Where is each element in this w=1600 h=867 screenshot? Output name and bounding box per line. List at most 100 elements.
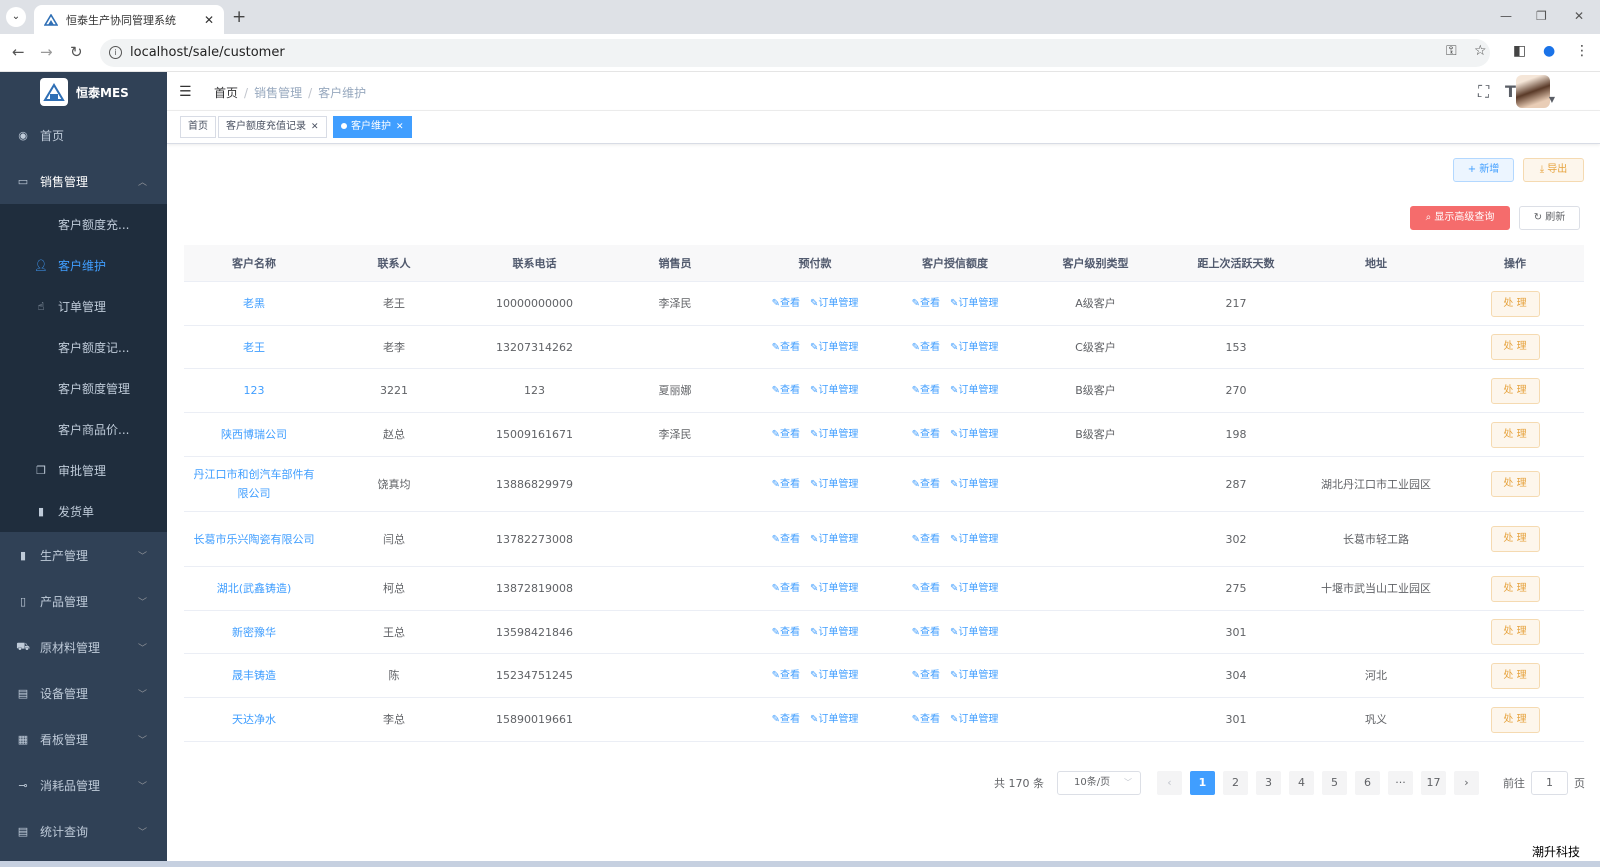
prepayment-order-link[interactable]: ✎订单管理 — [810, 425, 858, 444]
new-tab-button[interactable]: + — [232, 7, 246, 27]
handle-button[interactable]: 处 理 — [1490, 706, 1540, 733]
sidebar-item-consumables[interactable]: ⊸ 消耗品管理 ﹀ — [0, 762, 167, 808]
sidebar-item-product-price[interactable]: 客户商品价... — [0, 409, 167, 450]
sidebar-item-quota-records[interactable]: 客户额度记... — [0, 327, 167, 368]
minimize-icon[interactable]: — — [1500, 9, 1512, 23]
view-prepayment-link[interactable]: ✎查看 — [772, 666, 800, 685]
view-credit-link[interactable]: ✎查看 — [912, 425, 940, 444]
view-credit-link[interactable]: ✎查看 — [912, 710, 940, 729]
view-prepayment-link[interactable]: ✎查看 — [772, 294, 800, 313]
credit-order-link[interactable]: ✎订单管理 — [950, 666, 998, 685]
view-credit-link[interactable]: ✎查看 — [912, 666, 940, 685]
fullscreen-icon[interactable]: ⛶ — [1478, 82, 1489, 102]
more-pages-button[interactable]: ··· — [1388, 771, 1413, 795]
customer-name-link[interactable]: 新密豫华 — [232, 623, 276, 642]
back-icon[interactable]: ← — [12, 43, 25, 61]
url-field[interactable]: i localhost/sale/customer — [100, 39, 1490, 67]
close-window-icon[interactable]: ✕ — [1574, 9, 1584, 23]
page-size-select[interactable]: 10条/页 ﹀ — [1057, 771, 1141, 795]
credit-order-link[interactable]: ✎订单管理 — [950, 338, 998, 357]
view-credit-link[interactable]: ✎查看 — [912, 475, 940, 494]
credit-order-link[interactable]: ✎订单管理 — [950, 475, 998, 494]
sidebar-item-statistics[interactable]: ▤ 统计查询 ﹀ — [0, 808, 167, 854]
prepayment-order-link[interactable]: ✎订单管理 — [810, 710, 858, 729]
sidebar-item-board[interactable]: ▦ 看板管理 ﹀ — [0, 716, 167, 762]
credit-order-link[interactable]: ✎订单管理 — [950, 623, 998, 642]
sidebar-item-home[interactable]: ◉ 首页 — [0, 112, 167, 158]
handle-button[interactable]: 处 理 — [1490, 421, 1540, 448]
credit-order-link[interactable]: ✎订单管理 — [950, 294, 998, 313]
advanced-search-button[interactable]: ⌕ 显示高级查询 — [1410, 206, 1510, 230]
view-credit-link[interactable]: ✎查看 — [912, 338, 940, 357]
page-button[interactable]: 17 — [1421, 771, 1446, 795]
credit-order-link[interactable]: ✎订单管理 — [950, 710, 998, 729]
font-size-icon[interactable]: T — [1505, 82, 1516, 101]
forward-icon[interactable]: → — [40, 43, 53, 61]
customer-name-link[interactable]: 湖北(武鑫铸造) — [217, 579, 292, 598]
sidebar-item-material[interactable]: ⛟ 原材料管理 ﹀ — [0, 624, 167, 670]
customer-name-link[interactable]: 123 — [244, 381, 265, 400]
hamburger-icon[interactable]: ☰ — [179, 84, 192, 100]
prepayment-order-link[interactable]: ✎订单管理 — [810, 338, 858, 357]
sidebar-item-approval[interactable]: ❐ 审批管理 — [0, 450, 167, 491]
close-icon[interactable]: ✕ — [396, 122, 404, 132]
page-button[interactable]: 3 — [1256, 771, 1281, 795]
close-icon[interactable]: ✕ — [311, 122, 319, 132]
breadcrumb-home[interactable]: 首页 — [214, 86, 238, 100]
password-key-icon[interactable]: ⚿ — [1446, 43, 1457, 59]
customer-name-link[interactable]: 老王 — [243, 338, 265, 357]
tab-search-button[interactable]: ⌄ — [6, 7, 26, 27]
handle-button[interactable]: 处 理 — [1490, 290, 1540, 317]
tag-quota-recharge[interactable]: 客户额度充值记录 ✕ — [218, 116, 327, 138]
credit-order-link[interactable]: ✎订单管理 — [950, 425, 998, 444]
customer-name-link[interactable]: 陕西博瑞公司 — [221, 425, 287, 444]
view-prepayment-link[interactable]: ✎查看 — [772, 338, 800, 357]
sidebar-item-product[interactable]: ▯ 产品管理 ﹀ — [0, 578, 167, 624]
side-panel-icon[interactable]: ◧ — [1513, 43, 1526, 59]
sidebar-item-sales[interactable]: ▭ 销售管理 ︿ — [0, 158, 167, 204]
sidebar-item-equipment[interactable]: ▤ 设备管理 ﹀ — [0, 670, 167, 716]
page-button[interactable]: 2 — [1223, 771, 1248, 795]
page-button[interactable]: 4 — [1289, 771, 1314, 795]
prepayment-order-link[interactable]: ✎订单管理 — [810, 381, 858, 400]
prepayment-order-link[interactable]: ✎订单管理 — [810, 294, 858, 313]
bookmark-star-icon[interactable]: ☆ — [1474, 43, 1487, 59]
sidebar-item-quota-recharge[interactable]: 客户额度充... — [0, 204, 167, 245]
customer-name-link[interactable]: 长葛市乐兴陶瓷有限公司 — [194, 530, 315, 549]
export-button[interactable]: ⤓ 导出 — [1523, 158, 1584, 182]
site-info-icon[interactable]: i — [109, 46, 122, 59]
handle-button[interactable]: 处 理 — [1490, 662, 1540, 689]
sidebar-item-quota-management[interactable]: 客户额度管理 — [0, 368, 167, 409]
view-prepayment-link[interactable]: ✎查看 — [772, 579, 800, 598]
prepayment-order-link[interactable]: ✎订单管理 — [810, 475, 858, 494]
caret-down-icon[interactable]: ▼ — [1549, 95, 1555, 104]
handle-button[interactable]: 处 理 — [1490, 619, 1540, 645]
browser-menu-icon[interactable]: ⋮ — [1575, 43, 1589, 59]
view-prepayment-link[interactable]: ✎查看 — [772, 530, 800, 549]
view-credit-link[interactable]: ✎查看 — [912, 294, 940, 313]
goto-page-input[interactable]: 1 — [1531, 771, 1568, 795]
sidebar-item-production[interactable]: ▮ 生产管理 ﹀ — [0, 532, 167, 578]
credit-order-link[interactable]: ✎订单管理 — [950, 381, 998, 400]
tag-home[interactable]: 首页 — [180, 116, 216, 138]
customer-name-link[interactable]: 天达净水 — [232, 710, 276, 729]
customer-name-link[interactable]: 晟丰铸造 — [232, 666, 276, 685]
refresh-button[interactable]: ↻ 刷新 — [1519, 206, 1580, 230]
handle-button[interactable]: 处 理 — [1490, 526, 1540, 552]
view-credit-link[interactable]: ✎查看 — [912, 579, 940, 598]
add-button[interactable]: + 新增 — [1453, 158, 1514, 182]
view-credit-link[interactable]: ✎查看 — [912, 623, 940, 642]
view-prepayment-link[interactable]: ✎查看 — [772, 623, 800, 642]
restore-icon[interactable]: ❐ — [1536, 9, 1547, 23]
view-prepayment-link[interactable]: ✎查看 — [772, 381, 800, 400]
prepayment-order-link[interactable]: ✎订单管理 — [810, 666, 858, 685]
profile-icon[interactable]: ● — [1543, 43, 1555, 59]
next-page-button[interactable]: › — [1454, 771, 1479, 795]
prepayment-order-link[interactable]: ✎订单管理 — [810, 530, 858, 549]
handle-button[interactable]: 处 理 — [1490, 334, 1540, 360]
sidebar-item-customer-maintenance[interactable]: 👤︎ 客户维护 — [0, 245, 167, 286]
page-button[interactable]: 1 — [1190, 771, 1215, 795]
sidebar-item-delivery[interactable]: ▮ 发货单 — [0, 491, 167, 532]
credit-order-link[interactable]: ✎订单管理 — [950, 530, 998, 549]
reload-icon[interactable]: ↻ — [70, 43, 83, 61]
